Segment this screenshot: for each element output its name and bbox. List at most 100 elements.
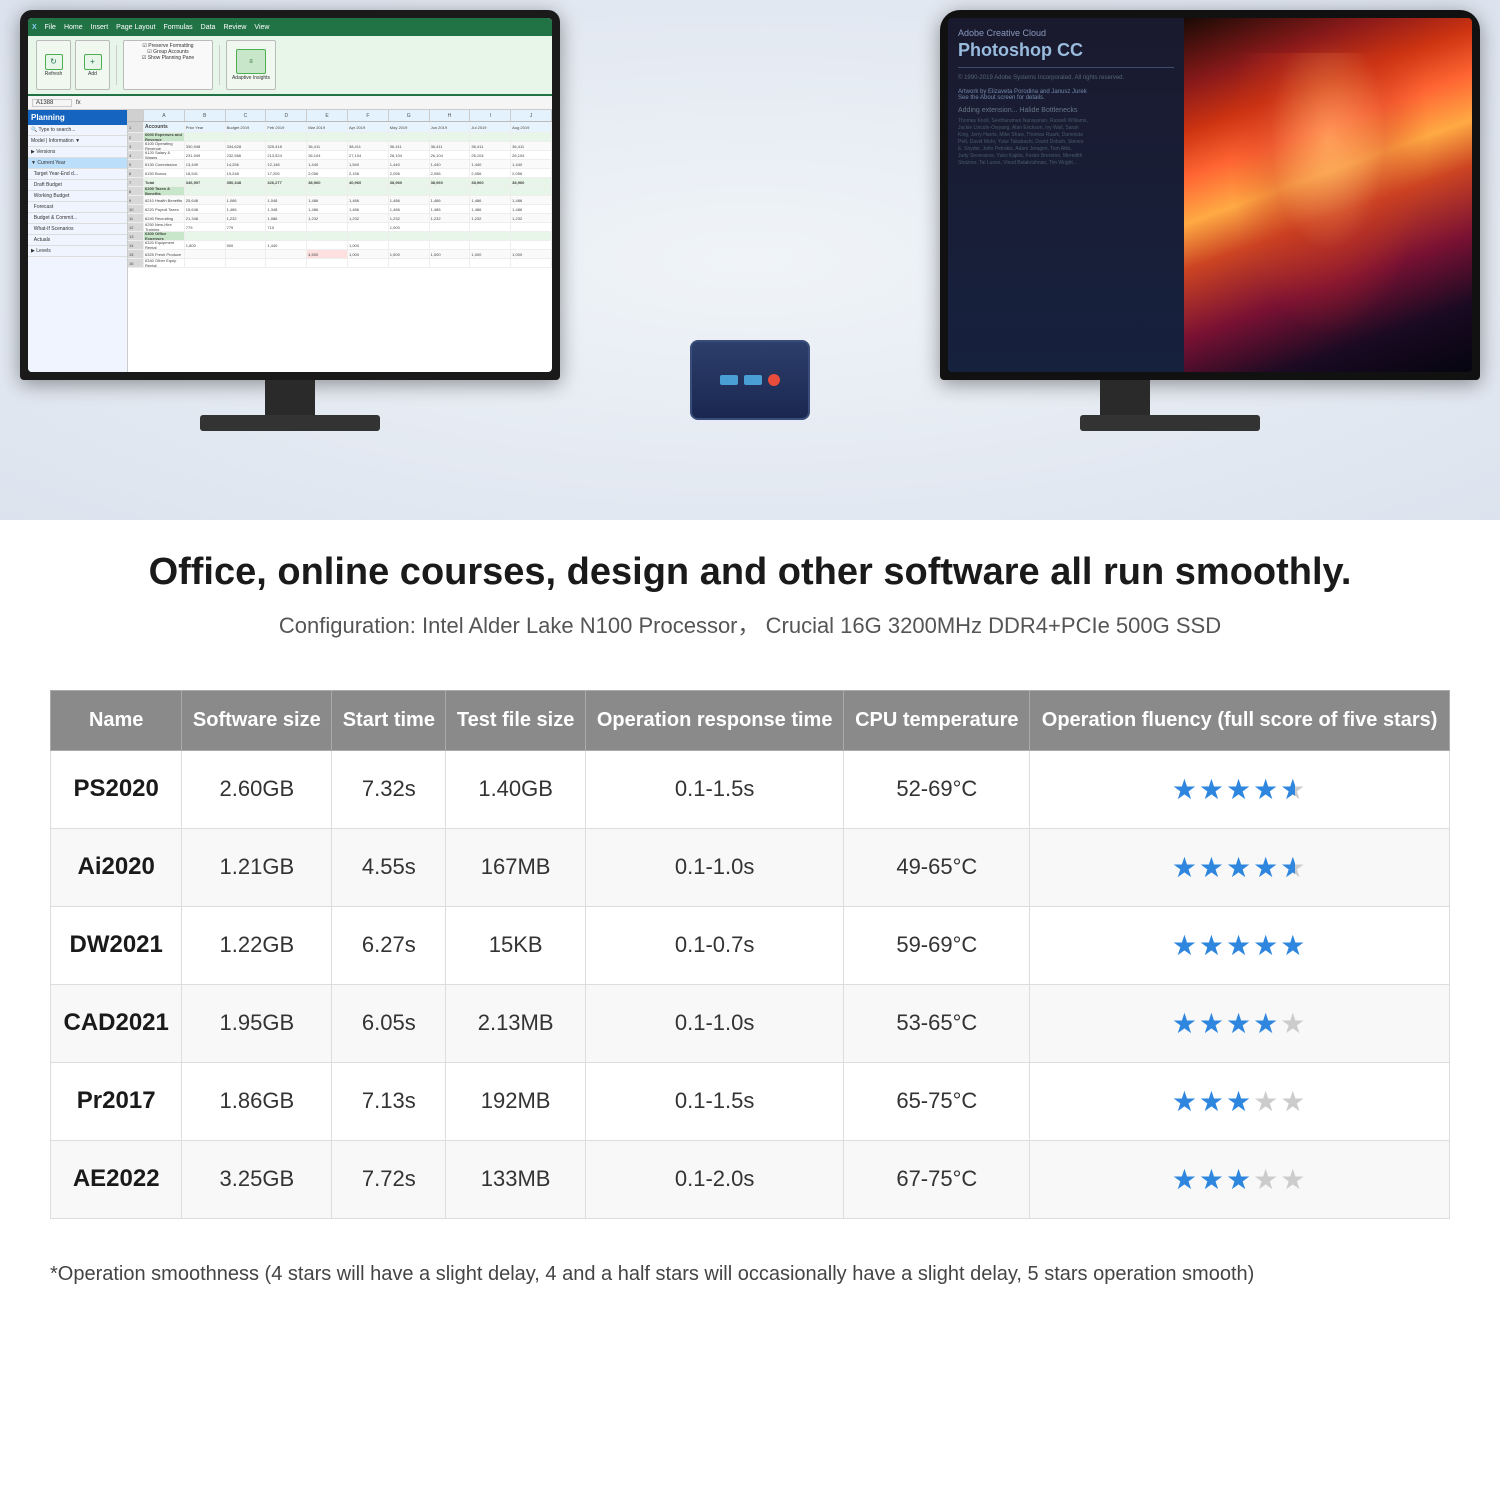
row16-h bbox=[430, 259, 471, 267]
row14-account: 6320 Equipment Rental bbox=[144, 241, 185, 249]
cell-software-size-5: 3.25GB bbox=[182, 1140, 332, 1218]
row14-i bbox=[470, 241, 511, 249]
row4-e: 26,104 bbox=[307, 151, 348, 159]
row2-c bbox=[226, 133, 267, 141]
row-2-num: 2 bbox=[128, 133, 144, 141]
row12-j bbox=[511, 223, 552, 231]
row11-d: 1,086 bbox=[266, 214, 307, 222]
excel-ui: X File Home Insert Page Layout Formulas … bbox=[28, 18, 552, 372]
row2-e bbox=[307, 133, 348, 141]
col-c: C bbox=[226, 110, 267, 121]
data-row-11: 13 6300 Office Expenses bbox=[128, 232, 552, 241]
excel-spreadsheet: A B C D E F G H I J bbox=[128, 110, 552, 372]
row2-i bbox=[470, 133, 511, 141]
row7-d: 326,277 bbox=[266, 178, 307, 186]
excel-screen: X File Home Insert Page Layout Formulas … bbox=[28, 18, 552, 372]
menu-home: Home bbox=[64, 24, 83, 31]
data-row-10: 12 6250 New-Hire Training 779 779 710 1,… bbox=[128, 223, 552, 232]
cell-start-time-1: 4.55s bbox=[332, 828, 446, 906]
row10-e: 1,486 bbox=[307, 205, 348, 213]
table-body: PS2020 2.60GB 7.32s 1.40GB 0.1-1.5s 52-6… bbox=[51, 750, 1450, 1218]
row7-g: 38,960 bbox=[389, 178, 430, 186]
menu-review: Review bbox=[223, 24, 246, 31]
row-14-num: 14 bbox=[128, 241, 144, 249]
prior-year: Prior Year bbox=[185, 122, 226, 132]
cell-test-file-size-0: 1.40GB bbox=[446, 750, 585, 828]
row9-j: 1,486 bbox=[511, 196, 552, 204]
may-2019: May 2019 bbox=[389, 122, 430, 132]
row5-i: 1,440 bbox=[470, 160, 511, 168]
menu-formulas: Formulas bbox=[163, 24, 192, 31]
menu-file: File bbox=[45, 24, 56, 31]
sidebar-working-budget: Working Budget bbox=[28, 191, 127, 202]
row8-f bbox=[348, 187, 389, 195]
data-row-5: 6 6150 Bonus 18,541 19,248 17,205 2,056 … bbox=[128, 169, 552, 178]
row7-i: 38,960 bbox=[470, 178, 511, 186]
data-row-7: 9 6210 Health Benefits 25,648 1,086 1,04… bbox=[128, 196, 552, 205]
row6-e: 2,056 bbox=[307, 169, 348, 177]
data-row-1: 2 6000 Expenses and Revenue bbox=[128, 133, 552, 142]
ribbon-add-delete: + Add bbox=[75, 40, 110, 90]
config-text: Configuration: Intel Alder Lake N100 Pro… bbox=[60, 608, 1440, 640]
cell-test-file-size-4: 192MB bbox=[446, 1062, 585, 1140]
table-row: AE2022 3.25GB 7.72s 133MB 0.1-2.0s 67-75… bbox=[51, 1140, 1450, 1218]
row7-e: 38,960 bbox=[307, 178, 348, 186]
row10-account: 6220 Payroll Taxes bbox=[144, 205, 185, 213]
data-row-9: 11 6240 Recruiting 21,348 1,232 1,086 1,… bbox=[128, 214, 552, 223]
row7-f: 40,960 bbox=[348, 178, 389, 186]
row11-c: 1,232 bbox=[226, 214, 267, 222]
row5-g: 1,440 bbox=[389, 160, 430, 168]
row-3-num: 3 bbox=[128, 142, 144, 150]
row13-b bbox=[185, 232, 226, 240]
row10-f: 1,486 bbox=[348, 205, 389, 213]
data-row-4: 5 6130 Commission 13,449 14,256 12,148 1… bbox=[128, 160, 552, 169]
row2-b bbox=[185, 133, 226, 141]
row2-account: 6000 Expenses and Revenue bbox=[144, 133, 185, 141]
row-11-num: 11 bbox=[128, 214, 144, 222]
row9-f: 1,486 bbox=[348, 196, 389, 204]
row13-g bbox=[389, 232, 430, 240]
row-8-num: 8 bbox=[128, 187, 144, 195]
row10-i: 1,486 bbox=[470, 205, 511, 213]
apr-2019: Apr 2019 bbox=[348, 122, 389, 132]
ribbon-refresh: ↻ Refresh bbox=[36, 40, 71, 90]
sidebar-model: Model | Information ▼ bbox=[28, 136, 127, 147]
col-header-row: A B C D E F G H I J bbox=[128, 110, 552, 122]
row10-g: 1,486 bbox=[389, 205, 430, 213]
row6-d: 17,205 bbox=[266, 169, 307, 177]
cell-test-file-size-5: 133MB bbox=[446, 1140, 585, 1218]
row7-b: 346,997 bbox=[185, 178, 226, 186]
row13-account: 6300 Office Expenses bbox=[144, 232, 185, 240]
row15-f: 1,000 bbox=[348, 250, 389, 258]
row4-account: 6120 Salary & Wages bbox=[144, 151, 185, 159]
cell-operation-response-3: 0.1-1.0s bbox=[585, 984, 844, 1062]
row7-account: Total bbox=[144, 178, 185, 186]
row13-j bbox=[511, 232, 552, 240]
table-header-row: Name Software size Start time Test file … bbox=[51, 690, 1450, 750]
sidebar-draft-budget: Draft Budget bbox=[28, 180, 127, 191]
row-16-num: 16 bbox=[128, 259, 144, 267]
row11-g: 1,232 bbox=[389, 214, 430, 222]
ps-artwork-image bbox=[1184, 18, 1472, 372]
row3-h: 36,411 bbox=[430, 142, 471, 150]
row9-h: 1,486 bbox=[430, 196, 471, 204]
row8-g bbox=[389, 187, 430, 195]
col-f: F bbox=[348, 110, 389, 121]
row3-i: 36,411 bbox=[470, 142, 511, 150]
col-a: A bbox=[144, 110, 185, 121]
cell-cpu-temp-4: 65-75°C bbox=[844, 1062, 1030, 1140]
row2-g bbox=[389, 133, 430, 141]
cell-cpu-temp-0: 52-69°C bbox=[844, 750, 1030, 828]
col-header-name: Name bbox=[51, 690, 182, 750]
row-6-num: 6 bbox=[128, 169, 144, 177]
row14-d: 1,440 bbox=[266, 241, 307, 249]
row-7-num: 7 bbox=[128, 178, 144, 186]
row13-e bbox=[307, 232, 348, 240]
cell-name-1: Ai2020 bbox=[51, 828, 182, 906]
menu-insert: Insert bbox=[91, 24, 109, 31]
aug-2019: Aug 2019 bbox=[511, 122, 552, 132]
row6-g: 2,056 bbox=[389, 169, 430, 177]
ps-content: Adobe Creative Cloud Photoshop CC © 1990… bbox=[948, 18, 1472, 372]
left-monitor: X File Home Insert Page Layout Formulas … bbox=[20, 10, 560, 431]
left-monitor-neck bbox=[265, 380, 315, 415]
